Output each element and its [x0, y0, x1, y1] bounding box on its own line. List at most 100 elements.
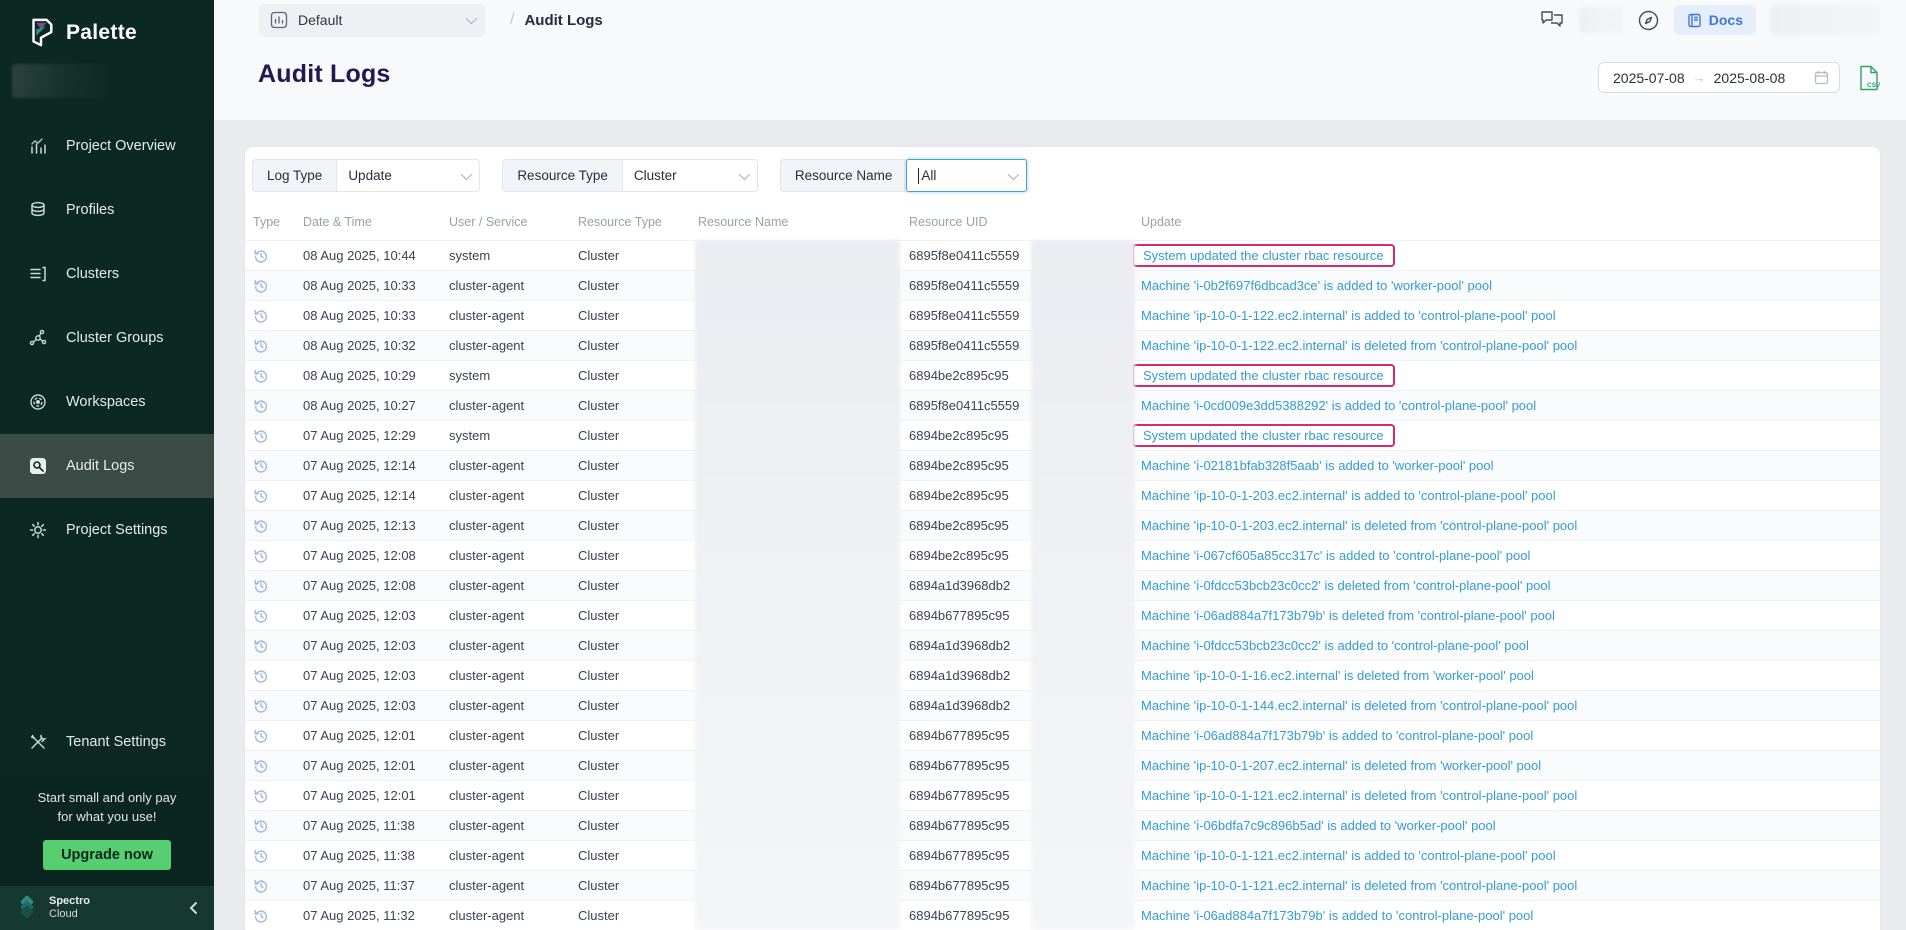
update-message[interactable]: Machine 'i-0b2f697f6dbcad3ce' is added t… — [1141, 278, 1492, 293]
update-message[interactable]: Machine 'i-0fdcc53bcb23c0cc2' is deleted… — [1141, 578, 1551, 593]
cell-user-service: cluster-agent — [441, 308, 570, 323]
blurred-topbar-item — [1579, 7, 1623, 33]
history-icon — [253, 698, 269, 714]
resource-name-select[interactable]: All — [906, 159, 1027, 192]
history-icon — [253, 608, 269, 624]
cell-datetime: 08 Aug 2025, 10:44 — [295, 248, 441, 263]
col-header-resource-type: Resource Type — [570, 215, 690, 229]
update-message[interactable]: System updated the cluster rbac resource — [1133, 364, 1395, 387]
col-header-resource-uid: Resource UID — [901, 215, 1133, 229]
cell-user-service: cluster-agent — [441, 458, 570, 473]
cell-resource-type: Cluster — [570, 878, 690, 893]
cell-datetime: 07 Aug 2025, 12:08 — [295, 578, 441, 593]
update-message[interactable]: Machine 'ip-10-0-1-144.ec2.internal' is … — [1141, 698, 1577, 713]
docs-button[interactable]: Docs — [1674, 5, 1756, 35]
update-message[interactable]: Machine 'ip-10-0-1-203.ec2.internal' is … — [1141, 488, 1556, 503]
log-type-label: Log Type — [252, 159, 336, 192]
spectro-cloud-logo-icon — [14, 895, 40, 921]
date-to: 2025-08-08 — [1714, 70, 1786, 86]
cell-resource-type: Cluster — [570, 428, 690, 443]
sidebar-item-tenant-settings[interactable]: Tenant Settings — [0, 710, 214, 774]
update-message[interactable]: Machine 'i-0fdcc53bcb23c0cc2' is added t… — [1141, 638, 1529, 653]
update-message[interactable]: Machine 'ip-10-0-1-203.ec2.internal' is … — [1141, 518, 1577, 533]
cell-user-service: system — [441, 248, 570, 263]
scope-selector-value: Default — [298, 12, 342, 28]
resource-type-value: Cluster — [634, 168, 677, 183]
history-icon — [253, 848, 269, 864]
update-message[interactable]: Machine 'ip-10-0-1-122.ec2.internal' is … — [1141, 308, 1556, 323]
history-icon — [253, 398, 269, 414]
cell-resource-type: Cluster — [570, 638, 690, 653]
date-range-picker[interactable]: 2025-07-08 → 2025-08-08 — [1598, 62, 1840, 93]
history-icon — [253, 758, 269, 774]
cell-resource-type: Cluster — [570, 278, 690, 293]
history-icon — [253, 728, 269, 744]
csv-download-icon[interactable]: CSV — [1858, 65, 1880, 91]
feedback-chat-icon[interactable] — [1540, 9, 1565, 31]
cell-user-service: cluster-agent — [441, 668, 570, 683]
sidebar-item-label: Tenant Settings — [66, 734, 166, 750]
history-icon — [253, 788, 269, 804]
cell-update: Machine 'i-06bdfa7c9c896b5ad' is added t… — [1133, 818, 1880, 833]
cell-update: Machine 'ip-10-0-1-144.ec2.internal' is … — [1133, 698, 1880, 713]
cell-resource-type: Cluster — [570, 548, 690, 563]
sidebar-item-clusters[interactable]: Clusters — [0, 242, 214, 306]
sidebar-item-workspaces[interactable]: Workspaces — [0, 370, 214, 434]
update-message[interactable]: Machine 'i-0cd009e3dd5388292' is added t… — [1141, 398, 1536, 413]
upgrade-now-button[interactable]: Upgrade now — [43, 840, 171, 870]
cell-datetime: 07 Aug 2025, 12:14 — [295, 488, 441, 503]
cell-update: Machine 'ip-10-0-1-122.ec2.internal' is … — [1133, 308, 1880, 323]
sidebar-item-profiles[interactable]: Profiles — [0, 178, 214, 242]
sidebar-item-project-overview[interactable]: Project Overview — [0, 114, 214, 178]
collapse-sidebar-button[interactable] — [188, 901, 198, 915]
update-message[interactable]: Machine 'ip-10-0-1-121.ec2.internal' is … — [1141, 848, 1556, 863]
cell-update: Machine 'i-0fdcc53bcb23c0cc2' is deleted… — [1133, 578, 1880, 593]
gear-icon — [28, 520, 48, 540]
cell-user-service: cluster-agent — [441, 788, 570, 803]
text-cursor — [918, 168, 919, 184]
cell-update: Machine 'i-0b2f697f6dbcad3ce' is added t… — [1133, 278, 1880, 293]
update-message[interactable]: Machine 'i-06ad884a7f173b79b' is added t… — [1141, 728, 1533, 743]
cell-user-service: cluster-agent — [441, 278, 570, 293]
cell-datetime: 07 Aug 2025, 12:01 — [295, 758, 441, 773]
col-header-user-service: User / Service — [441, 215, 570, 229]
update-message[interactable]: Machine 'i-06ad884a7f173b79b' is added t… — [1141, 908, 1533, 923]
compass-icon[interactable] — [1637, 9, 1660, 32]
project-scope-selector[interactable]: Default — [258, 4, 486, 37]
sidebar-item-audit-logs[interactable]: Audit Logs — [0, 434, 214, 498]
sidebar-item-cluster-groups[interactable]: Cluster Groups — [0, 306, 214, 370]
filter-resource-name: Resource Name All — [780, 159, 1028, 192]
history-icon — [253, 278, 269, 294]
update-message[interactable]: Machine 'ip-10-0-1-16.ec2.internal' is d… — [1141, 668, 1534, 683]
cell-update: Machine 'i-06ad884a7f173b79b' is added t… — [1133, 728, 1880, 743]
sidebar-nav: Project Overview Profiles Clusters — [0, 114, 214, 562]
update-message[interactable]: Machine 'ip-10-0-1-121.ec2.internal' is … — [1141, 878, 1577, 893]
update-message[interactable]: Machine 'ip-10-0-1-121.ec2.internal' is … — [1141, 788, 1577, 803]
log-type-value: Update — [348, 168, 392, 183]
cell-user-service: cluster-agent — [441, 698, 570, 713]
update-message[interactable]: System updated the cluster rbac resource — [1133, 424, 1395, 447]
layers-icon — [28, 200, 48, 220]
cell-update: Machine 'i-06ad884a7f173b79b' is deleted… — [1133, 608, 1880, 623]
history-icon — [253, 458, 269, 474]
update-message[interactable]: Machine 'i-067cf605a85cc317c' is added t… — [1141, 548, 1530, 563]
update-message[interactable]: Machine 'i-06ad884a7f173b79b' is deleted… — [1141, 608, 1555, 623]
update-message[interactable]: Machine 'i-02181bfab328f5aab' is added t… — [1141, 458, 1494, 473]
topbar: Default / Audit Logs — [214, 0, 1906, 40]
workspaces-icon — [28, 392, 48, 412]
resource-type-label: Resource Type — [502, 159, 622, 192]
update-message[interactable]: Machine 'ip-10-0-1-122.ec2.internal' is … — [1141, 338, 1577, 353]
log-type-select[interactable]: Update — [336, 159, 480, 192]
cell-update: Machine 'ip-10-0-1-121.ec2.internal' is … — [1133, 788, 1880, 803]
blurred-resource-uid-tail — [1031, 240, 1135, 930]
resource-type-select[interactable]: Cluster — [622, 159, 758, 192]
sidebar: Palette Project Overview Profiles — [0, 0, 214, 930]
update-message[interactable]: Machine 'ip-10-0-1-207.ec2.internal' is … — [1141, 758, 1541, 773]
sidebar-item-project-settings[interactable]: Project Settings — [0, 498, 214, 562]
update-message[interactable]: System updated the cluster rbac resource — [1133, 244, 1395, 267]
update-message[interactable]: Machine 'i-06bdfa7c9c896b5ad' is added t… — [1141, 818, 1496, 833]
history-icon — [253, 308, 269, 324]
cell-update: System updated the cluster rbac resource — [1133, 364, 1880, 387]
docs-book-icon — [1687, 13, 1702, 28]
sidebar-item-label: Audit Logs — [66, 458, 135, 474]
